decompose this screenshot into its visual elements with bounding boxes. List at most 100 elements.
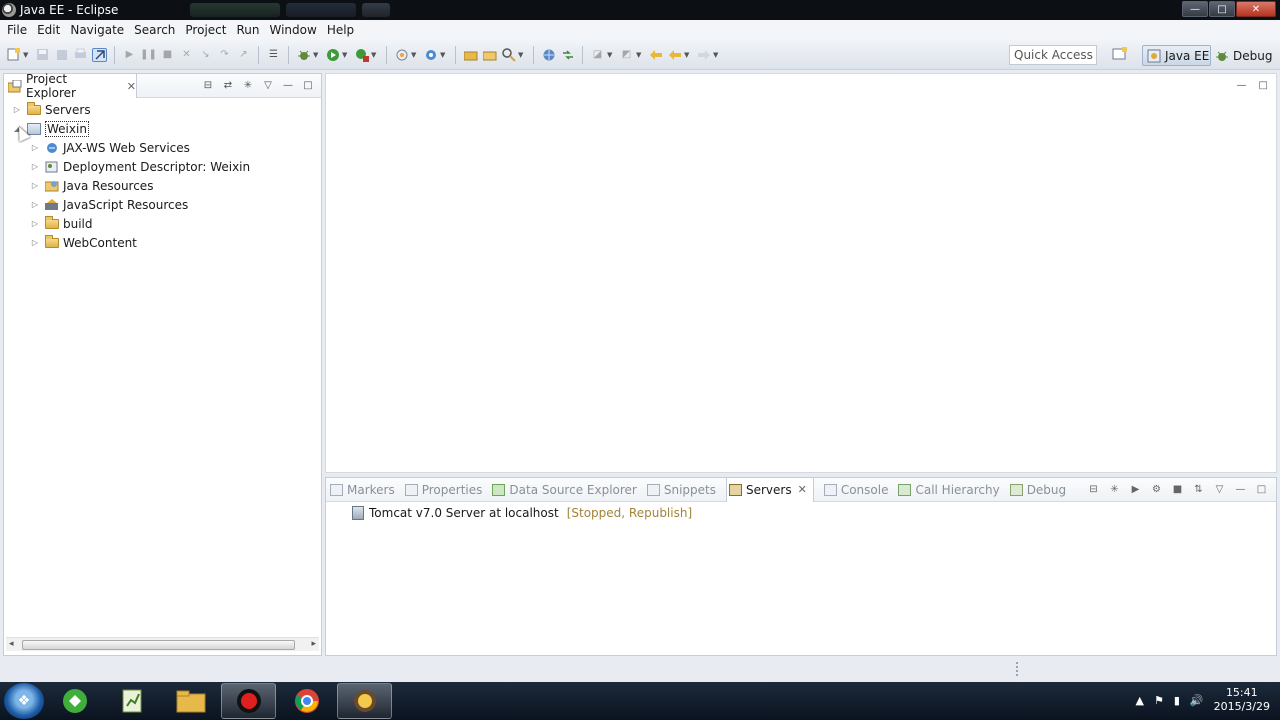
taskbar-app-eclipse-icon[interactable] (337, 683, 392, 719)
chevron-down-icon[interactable]: ▼ (371, 51, 377, 59)
taskbar-app-chart-icon[interactable] (105, 683, 160, 719)
taskbar-app-recorder-icon[interactable] (221, 683, 276, 719)
close-icon[interactable]: ✕ (127, 80, 136, 93)
search-icon[interactable] (501, 47, 516, 62)
back-icon[interactable] (667, 48, 682, 62)
debug-icon[interactable] (296, 48, 311, 62)
server-list-item[interactable]: Tomcat v7.0 Server at localhost [Stopped… (352, 506, 692, 520)
tab-console[interactable]: Console (823, 478, 888, 502)
scroll-right-icon[interactable]: ▸ (311, 639, 316, 649)
new-server-icon[interactable] (394, 48, 409, 62)
close-icon[interactable]: ✕ (798, 483, 807, 496)
network-icon[interactable]: ▮ (1174, 694, 1180, 707)
expand-arrow-icon[interactable]: ▷ (30, 219, 40, 228)
disconnect-icon[interactable]: ✕ (179, 48, 194, 62)
minimize-button[interactable]: — (1182, 1, 1208, 17)
external-tools-icon[interactable] (354, 48, 369, 62)
maximize-view-icon[interactable]: □ (1255, 483, 1268, 496)
tab-snippets[interactable]: Snippets (646, 478, 716, 502)
menu-search[interactable]: Search (129, 20, 180, 40)
expand-arrow-icon[interactable]: ▷ (30, 238, 40, 247)
quick-access-input[interactable]: Quick Access (1009, 45, 1097, 65)
menu-run[interactable]: Run (231, 20, 264, 40)
filter-icon[interactable]: ✳ (241, 78, 255, 92)
expand-arrow-icon[interactable]: ▷ (30, 162, 40, 171)
run-icon[interactable] (325, 48, 340, 62)
show-hidden-icons-icon[interactable]: ▲ (1135, 694, 1143, 707)
chevron-down-icon[interactable]: ▼ (23, 51, 29, 59)
chevron-down-icon[interactable]: ▼ (342, 51, 348, 59)
collapse-all-icon[interactable]: ⊟ (201, 78, 215, 92)
collapse-all-icon[interactable]: ⊟ (1087, 483, 1100, 496)
stop-server-icon[interactable]: ■ (1171, 483, 1184, 496)
close-button[interactable]: ✕ (1236, 1, 1276, 17)
expand-arrow-icon[interactable]: ▷ (30, 200, 40, 209)
minimize-view-icon[interactable]: — (281, 78, 295, 92)
tree-item-javascript-resources[interactable]: ▷ JavaScript Resources (4, 195, 321, 214)
minimize-editor-icon[interactable]: — (1237, 80, 1247, 91)
clock[interactable]: 15:41 2015/3/29 (1214, 686, 1270, 714)
expand-arrow-icon[interactable]: ▷ (30, 143, 40, 152)
perspective-debug[interactable]: Debug (1215, 45, 1272, 66)
chevron-down-icon[interactable]: ▼ (518, 51, 524, 59)
tree-item-servers[interactable]: ▷ Servers (4, 100, 321, 119)
terminate-icon[interactable]: ■ (160, 48, 175, 62)
taskbar-app-chrome-icon[interactable] (279, 683, 334, 719)
annotation-icon[interactable]: ◪ (590, 48, 605, 62)
taskbar-app-ie-icon[interactable] (47, 683, 102, 719)
tab-debug[interactable]: Debug (1009, 478, 1066, 502)
tree-item-build[interactable]: ▷ build (4, 214, 321, 233)
flag-icon[interactable]: ⚑ (1154, 694, 1164, 707)
menu-edit[interactable]: Edit (32, 20, 65, 40)
scroll-left-icon[interactable]: ◂ (9, 639, 14, 649)
menu-file[interactable]: File (2, 20, 32, 40)
suspend-icon[interactable]: ❚❚ (140, 48, 157, 62)
menu-project[interactable]: Project (180, 20, 231, 40)
taskbar-app-explorer-icon[interactable] (163, 683, 218, 719)
last-edit-icon[interactable] (648, 48, 663, 62)
step-return-icon[interactable]: ↗ (236, 48, 251, 62)
tree-item-deployment-descriptor[interactable]: ▷ Deployment Descriptor: Weixin (4, 157, 321, 176)
open-type-icon[interactable] (463, 48, 478, 62)
expand-arrow-icon[interactable]: ▷ (12, 105, 22, 114)
chevron-down-icon[interactable]: ▼ (411, 51, 417, 59)
step-into-icon[interactable]: ↘ (198, 48, 213, 62)
new-web-service-icon[interactable] (423, 48, 438, 62)
volume-icon[interactable]: 🔊 (1190, 694, 1204, 707)
sync-icon[interactable] (560, 48, 575, 62)
publish-icon[interactable]: ⇅ (1192, 483, 1205, 496)
menu-help[interactable]: Help (322, 20, 359, 40)
debug-server-icon[interactable]: ✳ (1108, 483, 1121, 496)
open-perspective-icon[interactable] (1112, 47, 1130, 63)
expand-arrow-icon[interactable]: ▷ (30, 181, 40, 190)
status-grip[interactable] (1016, 662, 1019, 676)
tab-properties[interactable]: Properties (404, 478, 482, 502)
chevron-down-icon[interactable]: ▼ (684, 51, 690, 59)
chevron-down-icon[interactable]: ▼ (713, 51, 719, 59)
tree-item-java-resources[interactable]: ▷ Java Resources (4, 176, 321, 195)
chevron-down-icon[interactable]: ▼ (607, 51, 613, 59)
profile-server-icon[interactable]: ⚙ (1150, 483, 1163, 496)
perspective-javaee[interactable]: Java EE (1142, 45, 1211, 66)
maximize-button[interactable]: □ (1209, 1, 1235, 17)
editor-area[interactable]: — □ (325, 73, 1277, 473)
chevron-down-icon[interactable]: ▼ (313, 51, 319, 59)
print-icon[interactable] (73, 48, 88, 62)
save-all-icon[interactable] (54, 48, 69, 62)
chevron-down-icon[interactable]: ▼ (636, 51, 642, 59)
open-task-icon[interactable]: ☰ (266, 48, 281, 62)
link-with-editor-icon[interactable] (92, 47, 107, 62)
horizontal-scrollbar[interactable]: ◂ ▸ (6, 637, 319, 651)
resume-icon[interactable]: ▶ (122, 48, 137, 62)
tab-call-hierarchy[interactable]: Call Hierarchy (898, 478, 1000, 502)
next-annotation-icon[interactable]: ◩ (619, 48, 634, 62)
windows-start-icon[interactable]: ❖ (4, 683, 44, 719)
menu-navigate[interactable]: Navigate (65, 20, 129, 40)
view-menu-icon[interactable]: ▽ (1213, 483, 1226, 496)
save-icon[interactable] (35, 48, 50, 62)
forward-icon[interactable] (696, 48, 711, 62)
tab-markers[interactable]: Markers (330, 478, 395, 502)
maximize-view-icon[interactable]: □ (301, 78, 315, 92)
project-explorer-tab[interactable]: Project Explorer ✕ (4, 72, 137, 100)
globe-icon[interactable] (541, 48, 556, 62)
